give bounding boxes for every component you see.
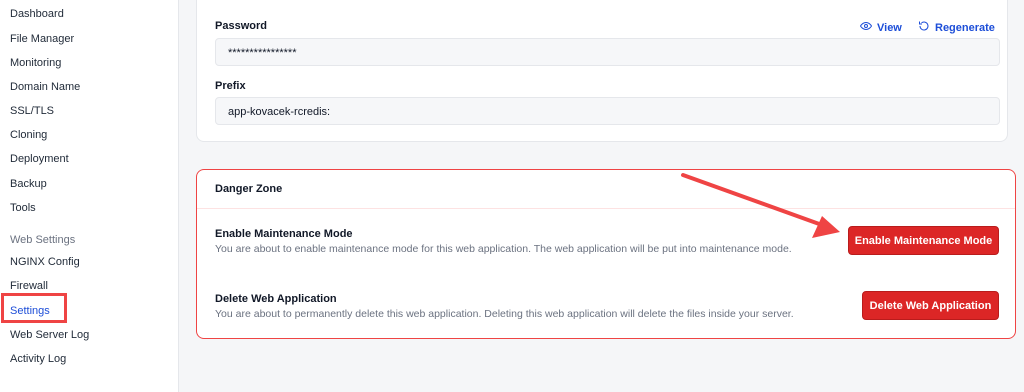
view-label: View (877, 21, 902, 34)
danger-zone-card: Danger Zone Enable Maintenance Mode You … (196, 169, 1016, 339)
credentials-card: Password View Regenerate ***************… (196, 0, 1008, 142)
sidebar-item-firewall[interactable]: Firewall (10, 279, 48, 293)
regenerate-link[interactable]: Regenerate (918, 20, 995, 35)
delete-description: You are about to permanently delete this… (215, 308, 794, 320)
sidebar-section-web-settings: Web Settings (10, 234, 76, 246)
settings-highlight-box (1, 293, 67, 323)
sidebar-item-activity-log[interactable]: Activity Log (10, 352, 66, 366)
sidebar-item-file-manager[interactable]: File Manager (10, 32, 74, 46)
maintenance-description: You are about to enable maintenance mode… (215, 243, 792, 255)
sidebar-item-backup[interactable]: Backup (10, 177, 47, 191)
sidebar-item-ssl-tls[interactable]: SSL/TLS (10, 104, 54, 118)
delete-title: Delete Web Application (215, 293, 337, 305)
eye-icon (859, 20, 873, 35)
sidebar-item-dashboard[interactable]: Dashboard (10, 7, 64, 21)
sidebar-item-tools[interactable]: Tools (10, 201, 36, 215)
prefix-field[interactable]: app-kovacek-rcredis: (215, 97, 1000, 125)
sidebar-item-cloning[interactable]: Cloning (10, 128, 47, 142)
sidebar-item-domain-name[interactable]: Domain Name (10, 80, 80, 94)
maintenance-title: Enable Maintenance Mode (215, 228, 353, 240)
main-content: Password View Regenerate ***************… (179, 0, 1024, 392)
sidebar-item-monitoring[interactable]: Monitoring (10, 56, 61, 70)
regenerate-label: Regenerate (935, 21, 995, 34)
view-password-link[interactable]: View (859, 20, 902, 35)
refresh-icon (918, 20, 930, 35)
danger-zone-title: Danger Zone (215, 183, 283, 195)
sidebar-item-nginx-config[interactable]: NGINX Config (10, 255, 80, 269)
sidebar-item-web-server-log[interactable]: Web Server Log (10, 328, 89, 342)
enable-maintenance-button[interactable]: Enable Maintenance Mode (848, 226, 999, 255)
delete-web-app-button[interactable]: Delete Web Application (862, 291, 999, 320)
sidebar: Dashboard File Manager Monitoring Domain… (0, 0, 179, 392)
prefix-label: Prefix (215, 80, 246, 92)
danger-zone-divider (197, 208, 1015, 209)
password-label: Password (215, 20, 267, 32)
sidebar-item-deployment[interactable]: Deployment (10, 152, 69, 166)
password-field[interactable]: **************** (215, 38, 1000, 66)
